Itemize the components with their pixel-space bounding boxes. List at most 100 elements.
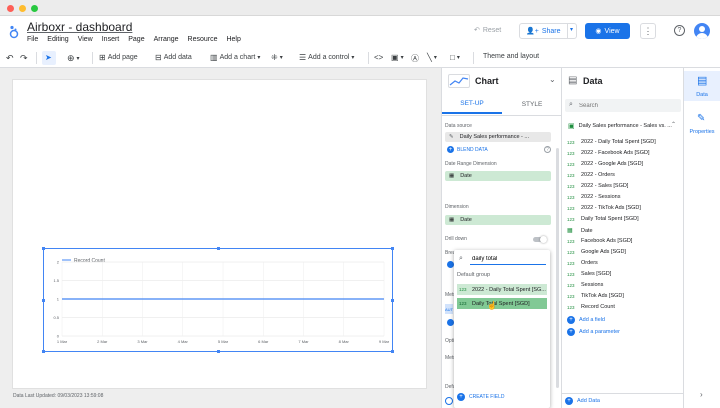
rail-properties-tab[interactable]: ✎ Properties — [684, 110, 720, 140]
blend-data-button[interactable]: + BLEND DATA — [447, 146, 488, 153]
add-field-button[interactable]: + Add a field — [567, 316, 605, 324]
create-field-button[interactable]: + CREATE FIELD — [457, 393, 504, 401]
looker-studio-logo-icon[interactable] — [8, 25, 20, 41]
data-source-chip[interactable]: ✎ Daily Sales performance - ... — [445, 132, 551, 142]
data-search-box[interactable]: ⌕ — [565, 99, 681, 112]
embed-code-icon[interactable]: <> — [374, 53, 383, 62]
zoom-icon[interactable]: ⊕ ▾ — [67, 53, 80, 64]
rail-data-tab[interactable]: ▤ Data — [684, 71, 720, 101]
add-chart-button[interactable]: ▥ Add a chart ▾ — [210, 53, 260, 62]
dropdown-option-hover[interactable]: 123 Daily Total Spent [SGD] — [457, 298, 547, 309]
line-icon[interactable]: ╲ ▾ — [427, 53, 437, 62]
field-list-item[interactable]: ▦ Date — [567, 227, 593, 235]
menu-page[interactable]: Page — [128, 36, 144, 43]
cursor-icon[interactable]: ➤ — [45, 53, 52, 62]
line-chart-type-icon[interactable] — [448, 74, 470, 88]
add-control-button[interactable]: ☰ Add a control ▾ — [299, 53, 354, 62]
maximize-window-button[interactable] — [31, 5, 38, 12]
toolbar-divider — [36, 52, 37, 64]
field-list-item[interactable]: 123 Sessions — [567, 282, 603, 288]
x-tick-label: 9 Mar — [379, 339, 390, 344]
menu-insert[interactable]: Insert — [102, 36, 120, 43]
x-tick-label: 1 Mar — [57, 339, 68, 344]
field-list-item[interactable]: 123 2022 - Daily Total Spent [SGD] — [567, 139, 656, 145]
chevron-down-icon[interactable]: ▾ — [570, 26, 573, 33]
help-icon[interactable]: ? — [674, 25, 685, 36]
metric-chip-cut[interactable]: AUT — [445, 304, 453, 314]
chevron-right-icon[interactable]: › — [700, 390, 703, 399]
field-search-input[interactable] — [470, 254, 546, 265]
view-button[interactable]: ◉ View — [585, 23, 630, 39]
add-data-icon: ⊟ — [155, 53, 162, 62]
drill-down-toggle[interactable] — [533, 236, 547, 243]
field-list-item[interactable]: 123 2022 - Orders — [567, 172, 615, 178]
redo-icon[interactable]: ↷ — [20, 53, 28, 64]
chart-plot: Record Count 0 0.5 1 1.5 2 1 Mar 2 Mar 3 Mar 4 Ma… — [53, 258, 390, 344]
menu-help[interactable]: Help — [226, 36, 240, 43]
chevron-down-icon: ▾ — [433, 55, 437, 61]
undo-icon[interactable]: ↶ — [6, 53, 14, 64]
add-metric-icon[interactable] — [447, 319, 454, 326]
pencil-icon: ✎ — [697, 113, 706, 124]
chevron-down-icon: ▾ — [351, 55, 355, 61]
field-list-item[interactable]: 123 2022 - TikTok Ads [SGD] — [567, 205, 641, 211]
chevron-down-icon: ▾ — [76, 56, 80, 62]
search-icon: ⌕ — [569, 101, 573, 108]
x-tick-label: 7 Mar — [298, 339, 309, 344]
optional-metrics-label-cut: Opti — [445, 338, 455, 344]
toolbar-divider — [368, 52, 369, 64]
dimension-chip[interactable]: ▦ Date — [445, 215, 551, 225]
data-source-row[interactable]: ▣ Daily Sales performance - Sales vs. ..… — [568, 122, 672, 130]
field-list-item[interactable]: 123 2022 - Sales [SGD] — [567, 183, 628, 189]
menu-view[interactable]: View — [78, 36, 93, 43]
field-list-item[interactable]: 123 Daily Total Spent [SGD] — [567, 216, 639, 222]
more-options-icon[interactable]: ⋮ — [640, 23, 656, 39]
field-list-item[interactable]: 123 2022 - Google Ads [SGD] — [567, 161, 643, 167]
close-window-button[interactable] — [7, 5, 14, 12]
minimize-window-button[interactable] — [19, 5, 26, 12]
date-range-label: Date Range Dimension — [445, 161, 497, 167]
panel-scrollbar[interactable] — [556, 148, 559, 388]
menu-arrange[interactable]: Arrange — [154, 36, 179, 43]
report-title[interactable]: Airboxr - dashboard — [27, 20, 132, 34]
menu-resource[interactable]: Resource — [188, 36, 218, 43]
undo-arrow-icon: ↶ — [474, 27, 480, 34]
drill-down-label: Drill down — [445, 236, 467, 242]
field-list-item[interactable]: 123 Google Ads [SGD] — [567, 249, 626, 255]
field-list-item[interactable]: 123 2022 - Sessions — [567, 194, 620, 200]
field-list-item[interactable]: 123 TikTok Ads [SGD] — [567, 293, 624, 299]
tab-setup[interactable]: SET-UP — [442, 94, 502, 114]
image-icon[interactable]: ▣ ▾ — [391, 53, 404, 62]
data-search-input[interactable] — [579, 100, 677, 111]
field-list-item[interactable]: 123 Sales [SGD] — [567, 271, 611, 277]
dropdown-option[interactable]: 123 2022 - Daily Total Spent [SG... — [457, 284, 547, 295]
field-list-item[interactable]: 123 Orders — [567, 260, 598, 266]
field-list-item[interactable]: 123 2022 - Facebook Ads [SGD] — [567, 150, 649, 156]
add-page-button[interactable]: ⊞ Add page — [99, 53, 138, 62]
add-breakdown-icon[interactable] — [447, 261, 454, 268]
field-label: 2022 - Orders — [581, 172, 615, 178]
community-viz-icon[interactable]: ⁜ ▾ — [271, 53, 283, 62]
menu-editing[interactable]: Editing — [47, 36, 68, 43]
tab-style[interactable]: STYLE — [502, 94, 562, 114]
theme-layout-button[interactable]: Theme and layout — [483, 53, 539, 60]
avatar[interactable] — [694, 23, 710, 39]
menu-file[interactable]: File — [27, 36, 38, 43]
add-data-button[interactable]: + Add Data — [565, 397, 600, 405]
number-type-icon: 123 — [567, 304, 575, 310]
help-icon[interactable]: ? — [544, 146, 551, 153]
radio-icon[interactable] — [445, 397, 453, 405]
date-range-chip[interactable]: ▦ Date — [445, 171, 551, 181]
pencil-icon: ✎ — [449, 134, 454, 140]
field-list-item[interactable]: 123 Record Count — [567, 304, 615, 310]
add-data-button[interactable]: ⊟ Add data — [155, 53, 192, 62]
share-button[interactable]: 👤+ Share ▾ — [519, 23, 577, 39]
chevron-down-icon[interactable]: ⌄ — [549, 75, 556, 84]
text-icon[interactable]: Ⓐ — [411, 53, 419, 64]
shape-icon[interactable]: □ ▾ — [450, 53, 460, 62]
reset-button[interactable]: ↶ Reset — [474, 26, 501, 35]
time-series-chart[interactable]: Record Count 0 0.5 1 1.5 2 1 Mar 2 Mar 3 Mar 4 Ma… — [42, 247, 394, 353]
field-list-item[interactable]: 123 Facebook Ads [SGD] — [567, 238, 632, 244]
collapse-icon[interactable]: ⌃ — [671, 121, 676, 128]
add-parameter-button[interactable]: + Add a parameter — [567, 328, 620, 336]
